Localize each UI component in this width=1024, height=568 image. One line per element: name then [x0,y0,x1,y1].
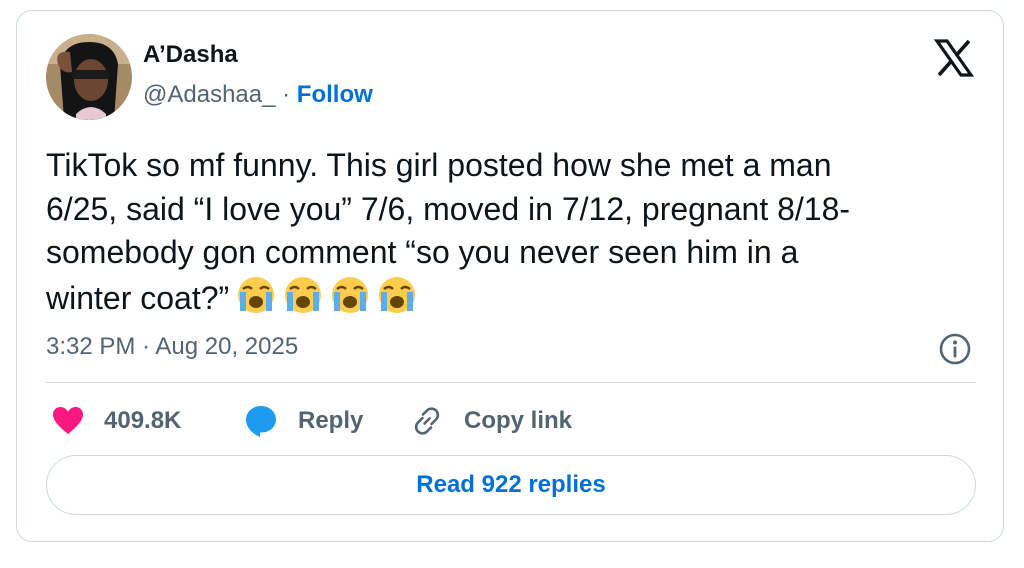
handle-separator: · [275,81,297,108]
heart-icon [53,407,83,434]
link-icon [414,407,440,435]
info-icon[interactable] [938,332,972,366]
divider [46,382,976,383]
copy-link-button[interactable]: Copy link [410,399,572,443]
loudly-crying-face-icon [379,276,416,313]
tweet-body: TikTok so mf funny. This girl posted how… [46,144,946,326]
read-replies-label: Read 922 replies [416,471,606,498]
like-count: 409.8K [104,407,182,434]
like-button[interactable]: 409.8K [52,399,181,443]
user-handle[interactable]: @Adashaa_ [143,81,275,108]
loudly-crying-face-icon [332,276,369,313]
copy-link-label: Copy link [464,407,573,434]
tweet-timestamp[interactable]: 3:32 PM · Aug 20, 2025 [46,333,298,361]
read-replies-button[interactable]: Read 922 replies [46,455,976,515]
reply-bubble-icon [246,406,276,437]
tweet-card: A’Dasha @Adashaa_ · Follow TikTok so mf … [16,10,1004,542]
loudly-crying-face-icon [285,276,322,313]
avatar[interactable] [46,34,132,120]
x-logo-icon[interactable] [933,38,975,78]
tweet-text: TikTok so mf funny. This girl posted how… [46,147,851,316]
display-name[interactable]: A’Dasha [143,41,238,69]
emoji-row [233,275,421,327]
handle-row: @Adashaa_ · Follow [143,81,373,109]
reply-button[interactable]: Reply [244,399,363,443]
reply-label: Reply [298,407,364,434]
follow-button[interactable]: Follow [297,81,373,108]
loudly-crying-face-icon [238,276,275,313]
